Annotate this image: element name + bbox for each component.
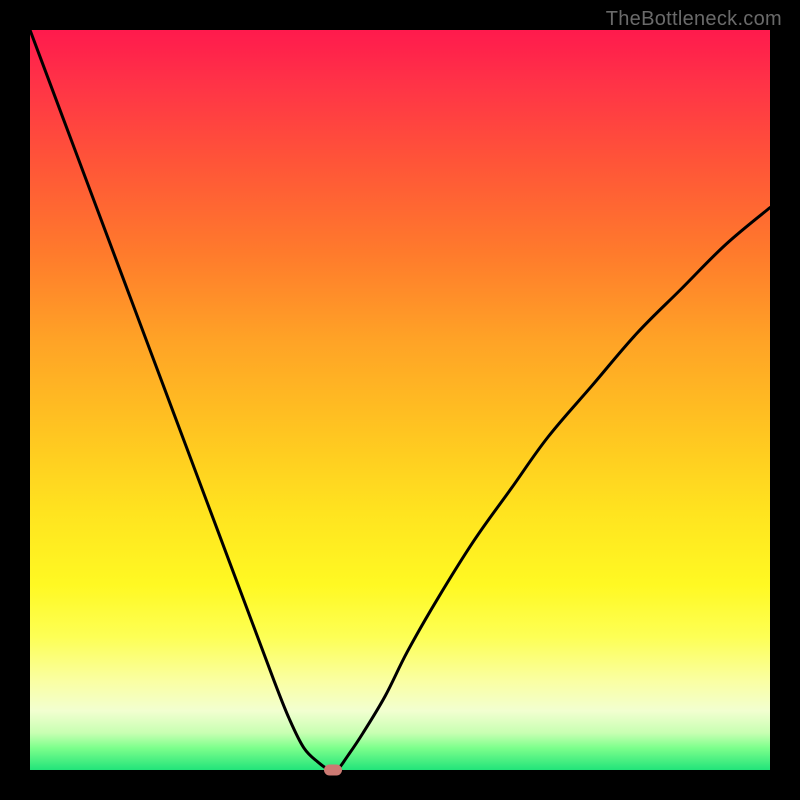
plot-area <box>30 30 770 770</box>
bottleneck-curve <box>30 30 770 770</box>
chart-frame: TheBottleneck.com <box>0 0 800 800</box>
minimum-marker <box>324 765 342 776</box>
curve-svg <box>30 30 770 770</box>
watermark-text: TheBottleneck.com <box>606 8 782 31</box>
